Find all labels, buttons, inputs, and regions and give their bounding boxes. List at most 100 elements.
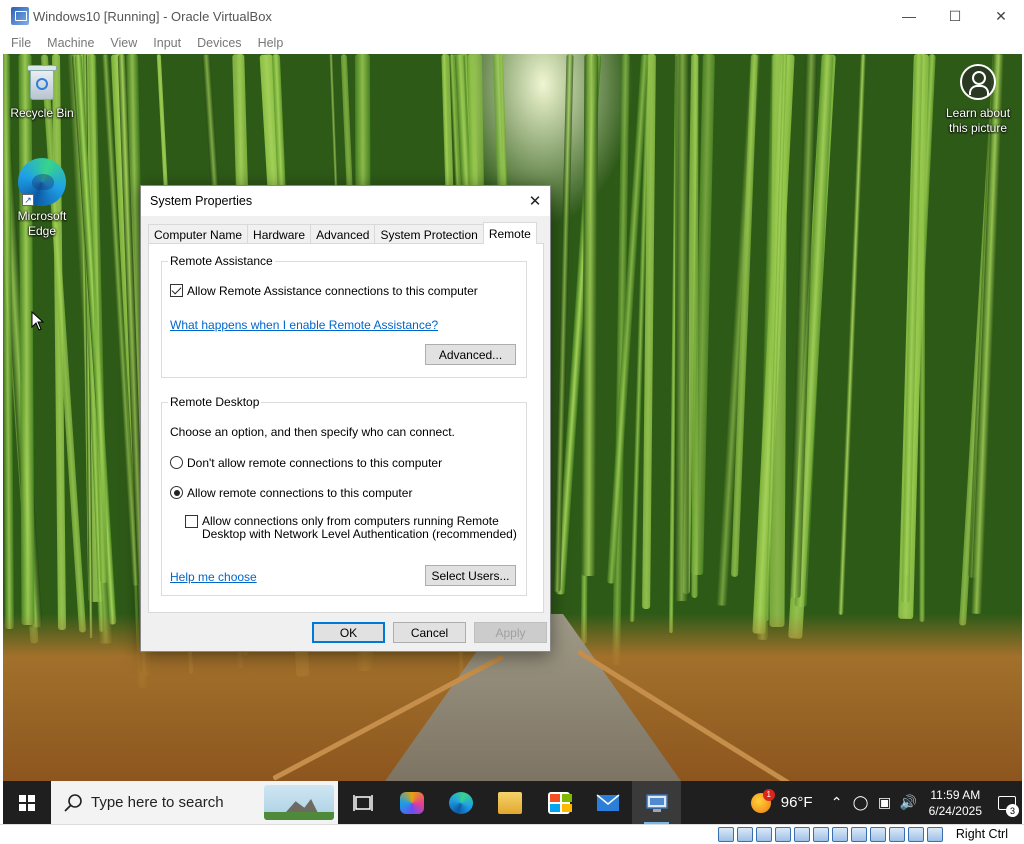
keyboard-capture-icon[interactable] [927,827,943,842]
tab-computer-name[interactable]: Computer Name [148,224,249,244]
weather-widget[interactable]: 1 96°F [750,788,813,813]
allow-remote-assistance-checkbox[interactable] [170,284,183,297]
tab-system-protection[interactable]: System Protection [374,224,484,244]
mail-icon [596,793,619,811]
mail-button[interactable] [583,781,632,824]
shared-folders-icon[interactable] [813,827,829,842]
tab-hardware[interactable]: Hardware [247,224,312,244]
search-highlight-image[interactable] [264,785,334,820]
network-adapter-icon[interactable] [775,827,791,842]
recording-icon[interactable] [851,827,867,842]
allow-remote-assistance-label[interactable]: Allow Remote Assistance connections to t… [187,284,478,298]
remote-assistance-advanced-button[interactable]: Advanced... [425,344,516,365]
learn-about-picture[interactable]: Learn about this picture [935,64,1021,136]
network-icon[interactable]: ▣ [873,794,897,811]
edge-taskbar-button[interactable] [436,781,485,824]
dialog-tabs: Computer Name Hardware Advanced System P… [148,222,537,244]
menu-input[interactable]: Input [145,36,189,50]
desktop-icon-recycle-bin[interactable]: Recycle Bin [4,62,80,121]
start-button[interactable] [3,781,51,824]
dialog-title: System Properties [150,194,253,208]
remote-tab-panel: Remote Assistance Allow Remote Assistanc… [148,243,544,613]
hard-disk-icon[interactable] [718,827,734,842]
select-users-button[interactable]: Select Users... [425,565,516,586]
vbox-device-icons [718,827,946,842]
apply-button[interactable]: Apply [474,622,547,643]
maximize-button[interactable]: ☐ [932,0,978,32]
menu-help[interactable]: Help [250,36,292,50]
vbox-statusbar: Right Ctrl [0,824,1024,844]
taskbar: Type here to search 1 96°F ⌃ ◯ ▣ 🔊 11:59… [3,781,1022,824]
tab-remote[interactable]: Remote [482,222,537,244]
notification-center-button[interactable]: 3 [992,781,1022,824]
weather-badge: 1 [762,788,775,801]
host-key-label: Right Ctrl [955,827,1008,841]
menu-machine[interactable]: Machine [39,36,102,50]
vbox-menubar: File Machine View Input Devices Help [0,32,1024,54]
show-hidden-icons-chevron-icon[interactable]: ⌃ [825,794,849,811]
usb-icon[interactable] [794,827,810,842]
bamboo-stalk [674,54,690,602]
vbox-titlebar: Windows10 [Running] - Oracle VirtualBox … [0,0,1024,32]
edge-icon [448,791,473,814]
nla-checkbox[interactable] [185,515,198,528]
meet-now-icon[interactable]: ◯ [849,794,873,811]
volume-icon[interactable]: 🔊 [897,794,921,811]
mouse-integration-icon[interactable] [908,827,924,842]
bamboo-stalk [18,54,35,626]
deny-remote-row[interactable]: Don't allow remote connections to this c… [170,456,442,470]
nla-row[interactable]: Allow connections only from computers ru… [185,515,517,541]
menu-devices[interactable]: Devices [189,36,249,50]
system-properties-taskbar-button[interactable] [632,781,681,824]
learn-label: Learn about this picture [945,106,1011,135]
guest-additions-icon[interactable] [889,827,905,842]
desktop-icon-label: Microsoft Edge [17,209,67,238]
guest-desktop[interactable]: Recycle Bin ↗ Microsoft Edge Learn about… [3,54,1022,824]
vbox-window-title: Windows10 [Running] - Oracle VirtualBox [33,8,272,24]
tab-advanced[interactable]: Advanced [310,224,376,244]
copilot-button[interactable] [387,781,436,824]
remote-assistance-help-link[interactable]: What happens when I enable Remote Assist… [170,318,438,332]
edge-icon: ↗ [18,158,66,206]
deny-remote-radio[interactable] [170,456,183,469]
weather-temperature: 96°F [780,794,813,811]
taskbar-search-box[interactable]: Type here to search [51,781,338,824]
shortcut-arrow-icon: ↗ [22,194,34,206]
desktop-icon-edge[interactable]: ↗ Microsoft Edge [4,158,80,239]
file-explorer-button[interactable] [485,781,534,824]
minimize-button[interactable]: — [886,0,932,32]
weather-sun-icon: 1 [750,788,775,813]
menu-file[interactable]: File [3,36,39,50]
cancel-button[interactable]: Cancel [393,622,466,643]
virtualbox-app-icon [11,7,29,25]
task-view-button[interactable] [338,781,387,824]
display-icon[interactable] [832,827,848,842]
microsoft-store-button[interactable] [534,781,583,824]
windows-logo-icon [19,794,35,811]
allow-remote-radio[interactable] [170,486,183,499]
microsoft-store-icon [547,791,572,814]
dialog-titlebar: System Properties ✕ [141,186,550,216]
deny-remote-label[interactable]: Don't allow remote connections to this c… [187,456,442,470]
virtualization-icon[interactable] [870,827,886,842]
menu-view[interactable]: View [102,36,145,50]
audio-icon[interactable] [756,827,772,842]
dialog-close-button[interactable]: ✕ [520,186,550,216]
bamboo-stalk [769,54,788,628]
desktop-icon-label: Recycle Bin [10,106,74,120]
close-window-button[interactable]: ✕ [978,0,1024,32]
help-me-choose-link[interactable]: Help me choose [170,570,257,584]
optical-drive-icon[interactable] [737,827,753,842]
nla-label-line2[interactable]: Desktop with Network Level Authenticatio… [202,528,517,541]
system-properties-dialog: System Properties ✕ Computer Name Hardwa… [140,185,551,652]
allow-remote-row[interactable]: Allow remote connections to this compute… [170,486,412,500]
recycle-bin-icon [25,62,59,102]
clock-date: 6/24/2025 [928,803,982,818]
taskbar-clock[interactable]: 11:59 AM 6/24/2025 [929,787,982,819]
task-view-icon [352,794,373,811]
allow-remote-assistance-row[interactable]: Allow Remote Assistance connections to t… [170,284,478,298]
camera-location-icon [960,64,996,100]
search-placeholder: Type here to search [91,794,224,811]
allow-remote-label[interactable]: Allow remote connections to this compute… [187,486,412,500]
ok-button[interactable]: OK [312,622,385,643]
